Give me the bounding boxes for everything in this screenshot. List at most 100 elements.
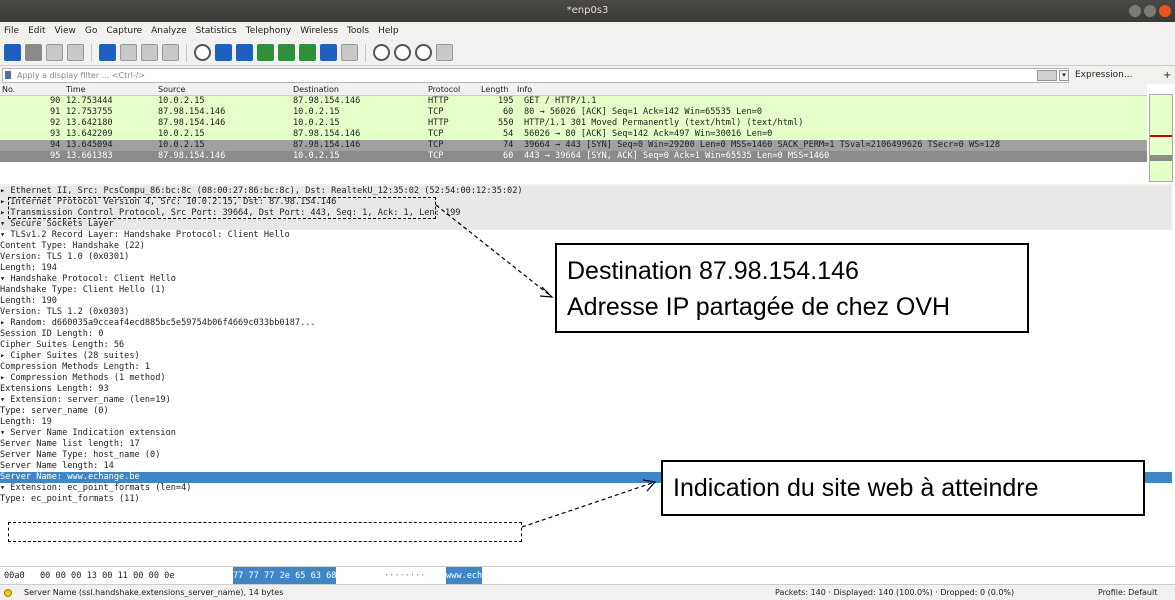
cell-protocol: TCP [428, 140, 444, 150]
maximize-icon[interactable] [1144, 5, 1156, 17]
cell-source: 87.98.154.146 [158, 107, 226, 117]
cell-source: 10.0.2.15 [158, 96, 205, 106]
bytes-hex[interactable]: 00 00 00 13 00 11 00 00 0e [40, 567, 175, 585]
display-filter-input[interactable]: Apply a display filter ... <Ctrl-/> [2, 68, 1069, 83]
packet-minimap-scrollbar[interactable] [1149, 94, 1173, 182]
tree-item[interactable]: ▸ Compression Methods (1 method) [0, 373, 1172, 384]
apply-filter-arrow-icon[interactable] [1037, 70, 1057, 81]
zoom-normal-icon[interactable] [415, 44, 432, 61]
column-source[interactable]: Source [158, 85, 185, 94]
cell-length: 54 [503, 129, 514, 139]
cell-info: 443 → 39664 [SYN, ACK] Seq=0 Ack=1 Win=6… [524, 151, 830, 161]
menu-help[interactable]: Help [378, 26, 399, 36]
tree-item[interactable]: Server Name list length: 17 [0, 439, 1172, 450]
menu-wireless[interactable]: Wireless [300, 26, 338, 36]
bytes-ascii[interactable]: ········ [384, 567, 425, 585]
packet-row[interactable]: 92 13.642180 87.98.154.146 10.0.2.15 HTT… [0, 118, 1147, 129]
tree-item[interactable]: Cipher Suites Length: 56 [0, 340, 1172, 351]
menu-go[interactable]: Go [85, 26, 97, 36]
column-time[interactable]: Time [66, 85, 86, 94]
expression-button[interactable]: Expression... [1075, 68, 1132, 83]
zoom-in-icon[interactable] [373, 44, 390, 61]
tree-item[interactable]: Extensions Length: 93 [0, 384, 1172, 395]
resize-columns-icon[interactable] [436, 44, 453, 61]
cell-info: 56026 → 80 [ACK] Seq=142 Ack=497 Win=300… [524, 129, 773, 139]
auto-scroll-icon[interactable] [320, 44, 337, 61]
tree-item-ethernet[interactable]: ▸ Ethernet II, Src: PcsCompu_86:bc:8c (0… [0, 186, 1172, 197]
chevron-down-icon[interactable]: ▾ [1059, 70, 1069, 81]
status-field-info: Server Name (ssl.handshake.extensions_se… [24, 588, 284, 597]
toolbar-separator [365, 43, 366, 62]
column-protocol[interactable]: Protocol [428, 85, 460, 94]
menu-analyze[interactable]: Analyze [151, 26, 186, 36]
status-packet-counts: Packets: 140 · Displayed: 140 (100.0%) ·… [775, 588, 1015, 597]
go-forward-icon[interactable] [236, 44, 253, 61]
bookmark-icon[interactable] [5, 71, 11, 79]
add-filter-button[interactable]: + [1163, 68, 1171, 83]
bytes-ascii-selected[interactable]: www.ech [446, 567, 483, 585]
menu-file[interactable]: File [4, 26, 19, 36]
tree-item[interactable]: ▾ Extension: server_name (len=19) [0, 395, 1172, 406]
cell-time: 12.753444 [66, 96, 113, 106]
open-file-icon[interactable] [99, 44, 116, 61]
column-destination[interactable]: Destination [293, 85, 339, 94]
annotation-destination-line2: Adresse IP partagée de chez OVH [567, 293, 951, 321]
tree-item[interactable]: Length: 19 [0, 417, 1172, 428]
packet-row[interactable]: 93 13.642209 10.0.2.15 87.98.154.146 TCP… [0, 129, 1147, 140]
annotation-sni: Indication du site web à atteindre [661, 460, 1145, 516]
tree-item[interactable]: ▾ TLSv1.2 Record Layer: Handshake Protoc… [0, 230, 1172, 241]
first-packet-icon[interactable] [278, 44, 295, 61]
tree-item-ssl[interactable]: ▾ Secure Sockets Layer [0, 219, 1172, 230]
column-length[interactable]: Length [481, 85, 509, 94]
column-info[interactable]: Info [517, 85, 532, 94]
cell-time: 13.645094 [66, 140, 113, 150]
close-icon[interactable] [1159, 5, 1171, 17]
cell-no: 91 [50, 107, 61, 117]
save-file-icon[interactable] [120, 44, 137, 61]
cell-info: 80 → 56026 [ACK] Seq=1 Ack=142 Win=65535… [524, 107, 762, 117]
bytes-hex-selected[interactable]: 77 77 77 2e 65 63 68 [233, 567, 337, 585]
close-file-icon[interactable] [141, 44, 158, 61]
shark-fin-start-icon[interactable] [4, 44, 21, 61]
cell-protocol: TCP [428, 129, 444, 139]
cell-destination: 87.98.154.146 [293, 96, 361, 106]
cell-protocol: TCP [428, 107, 444, 117]
colorize-icon[interactable] [341, 44, 358, 61]
window-title: *enp0s3 [566, 5, 609, 16]
menu-statistics[interactable]: Statistics [196, 26, 237, 36]
tree-item[interactable]: ▸ Cipher Suites (28 suites) [0, 351, 1172, 362]
packet-row[interactable]: 94 13.645094 10.0.2.15 87.98.154.146 TCP… [0, 140, 1147, 151]
status-profile[interactable]: Profile: Default [1098, 585, 1157, 600]
cell-time: 13.642209 [66, 129, 113, 139]
column-no[interactable]: No. [2, 85, 15, 94]
menu-tools[interactable]: Tools [347, 26, 369, 36]
cell-destination: 10.0.2.15 [293, 107, 340, 117]
annotation-destination-line1: Destination 87.98.154.146 [567, 257, 859, 285]
capture-options-icon[interactable] [67, 44, 84, 61]
menu-capture[interactable]: Capture [106, 26, 142, 36]
cell-info: GET / HTTP/1.1 [524, 96, 597, 106]
zoom-out-icon[interactable] [394, 44, 411, 61]
tree-item[interactable]: Compression Methods Length: 1 [0, 362, 1172, 373]
tree-item[interactable]: ▾ Server Name Indication extension [0, 428, 1172, 439]
cell-destination: 10.0.2.15 [293, 151, 340, 161]
packet-row[interactable]: 91 12.753755 87.98.154.146 10.0.2.15 TCP… [0, 107, 1147, 118]
minimize-icon[interactable] [1129, 5, 1141, 17]
reload-icon[interactable] [162, 44, 179, 61]
expert-info-icon[interactable] [4, 589, 12, 597]
menu-telephony[interactable]: Telephony [246, 26, 292, 36]
tree-item[interactable]: Type: server_name (0) [0, 406, 1172, 417]
stop-capture-icon[interactable] [25, 44, 42, 61]
cell-source: 87.98.154.146 [158, 151, 226, 161]
cell-destination: 87.98.154.146 [293, 140, 361, 150]
menu-edit[interactable]: Edit [28, 26, 45, 36]
find-packet-icon[interactable] [194, 44, 211, 61]
packet-row[interactable]: 90 12.753444 10.0.2.15 87.98.154.146 HTT… [0, 96, 1147, 107]
go-to-packet-icon[interactable] [257, 44, 274, 61]
menu-view[interactable]: View [55, 26, 76, 36]
go-back-icon[interactable] [215, 44, 232, 61]
cell-time: 12.753755 [66, 107, 113, 117]
restart-capture-icon[interactable] [46, 44, 63, 61]
last-packet-icon[interactable] [299, 44, 316, 61]
packet-row[interactable]: 95 13.661383 87.98.154.146 10.0.2.15 TCP… [0, 151, 1147, 162]
